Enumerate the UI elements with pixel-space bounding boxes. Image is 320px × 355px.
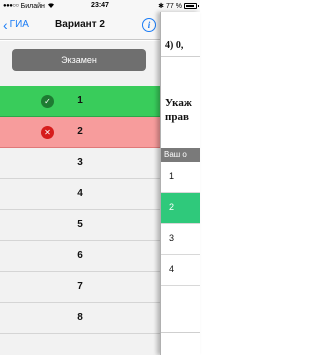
question-text-line: прав (165, 111, 189, 123)
answer-option-4[interactable]: 4 (161, 255, 200, 286)
cross-icon: ✕ (41, 126, 54, 139)
question-panel: Экзамен ✓ 1 ✕ 2 3 4 5 6 7 8 (0, 41, 160, 355)
previous-answer-item: 4) 0, (165, 40, 184, 51)
divider (161, 332, 200, 333)
page-title: Вариант 2 (55, 19, 105, 30)
question-number: 8 (77, 312, 83, 323)
divider (161, 56, 200, 57)
check-icon: ✓ (41, 95, 54, 108)
question-row-8[interactable]: 8 (0, 303, 160, 334)
battery-percent: 77 % (166, 2, 182, 10)
question-number: 3 (77, 157, 83, 168)
question-number: 7 (77, 281, 83, 292)
question-list: ✓ 1 ✕ 2 3 4 5 6 7 8 (0, 86, 160, 334)
question-text-line: Укаж (165, 97, 192, 109)
question-number: 2 (77, 126, 83, 137)
info-icon[interactable]: i (142, 18, 156, 32)
battery-icon (184, 3, 199, 9)
question-row-2[interactable]: ✕ 2 (0, 117, 160, 148)
question-row-1[interactable]: ✓ 1 (0, 86, 160, 117)
exam-button[interactable]: Экзамен (12, 49, 146, 71)
answer-option-2[interactable]: 2 (161, 193, 200, 224)
status-right: ✱ 77 % (158, 2, 199, 10)
status-bar: ●●●○○ Билайн 23:47 ✱ 77 % (0, 0, 200, 12)
question-text: Укаж прав (165, 96, 192, 124)
question-row-5[interactable]: 5 (0, 210, 160, 241)
question-row-4[interactable]: 4 (0, 179, 160, 210)
answer-option-3[interactable]: 3 (161, 224, 200, 255)
answer-option-1[interactable]: 1 (161, 162, 200, 193)
bluetooth-icon: ✱ (158, 3, 165, 10)
question-content-panel: 4) 0, Укаж прав Ваш о 1 2 3 4 (160, 12, 200, 355)
question-number: 4 (77, 188, 83, 199)
answer-header: Ваш о (161, 148, 200, 162)
question-number: 1 (77, 95, 83, 106)
question-number: 5 (77, 219, 83, 230)
question-row-6[interactable]: 6 (0, 241, 160, 272)
question-row-7[interactable]: 7 (0, 272, 160, 303)
navigation-bar: ‹ ГИА Вариант 2 i (0, 12, 160, 40)
question-row-3[interactable]: 3 (0, 148, 160, 179)
question-number: 6 (77, 250, 83, 261)
